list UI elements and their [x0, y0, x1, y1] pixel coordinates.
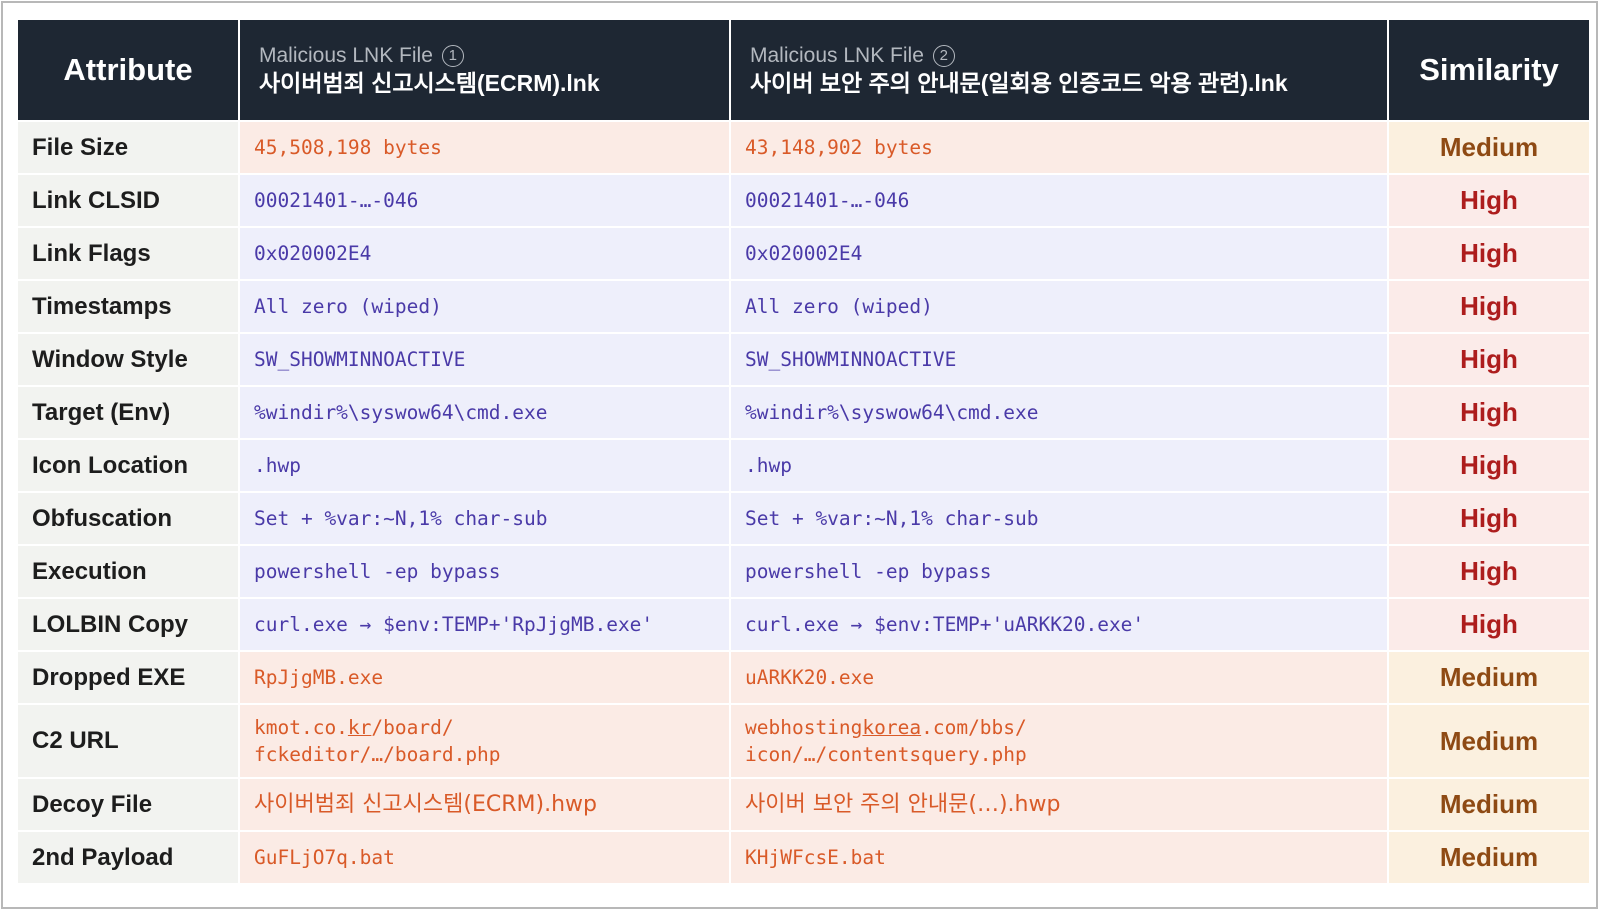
c2-url-underlined: korea: [862, 716, 922, 739]
similarity-badge: High: [1389, 281, 1589, 332]
attribute-cell: Target (Env): [18, 387, 238, 438]
file-2-value: uARKK20.exe: [731, 652, 1387, 703]
header-attribute: Attribute: [18, 20, 238, 120]
similarity-badge: High: [1389, 599, 1589, 650]
file-1-value: curl.exe → $env:TEMP+'RpJjgMB.exe': [240, 599, 729, 650]
attribute-cell: File Size: [18, 122, 238, 173]
attribute-cell: 2nd Payload: [18, 832, 238, 883]
file-2-value: 0x020002E4: [731, 228, 1387, 279]
similarity-badge: Medium: [1389, 122, 1589, 173]
row-link-flags: Link Flags 0x020002E4 0x020002E4 High: [18, 228, 1589, 279]
attribute-cell: Execution: [18, 546, 238, 597]
c2-url-line-2: icon/…/contentsquery.php: [745, 743, 1027, 766]
attribute-cell: Timestamps: [18, 281, 238, 332]
similarity-badge: Medium: [1389, 779, 1589, 830]
figure-frame: Attribute Malicious LNK File 1 사이버범죄 신고시…: [1, 1, 1598, 909]
attribute-cell: Icon Location: [18, 440, 238, 491]
file-1-value: 0x020002E4: [240, 228, 729, 279]
similarity-badge: High: [1389, 546, 1589, 597]
file-2-value: Set + %var:~N,1% char-sub: [731, 493, 1387, 544]
file-2-label: Malicious LNK File: [750, 44, 924, 67]
file-1-value: GuFLjO7q.bat: [240, 832, 729, 883]
file-2-value: All zero (wiped): [731, 281, 1387, 332]
row-timestamps: Timestamps All zero (wiped) All zero (wi…: [18, 281, 1589, 332]
attribute-cell: Link CLSID: [18, 175, 238, 226]
similarity-badge: High: [1389, 228, 1589, 279]
lnk-comparison-table: Attribute Malicious LNK File 1 사이버범죄 신고시…: [16, 18, 1591, 885]
header-row: Attribute Malicious LNK File 1 사이버범죄 신고시…: [18, 20, 1589, 120]
file-2-value: 43,148,902 bytes: [731, 122, 1387, 173]
header-file-1: Malicious LNK File 1 사이버범죄 신고시스템(ECRM).l…: [240, 20, 729, 120]
row-lolbin-copy: LOLBIN Copy curl.exe → $env:TEMP+'RpJjgM…: [18, 599, 1589, 650]
file-1-name: 사이버범죄 신고시스템(ECRM).lnk: [259, 70, 600, 96]
file-2-value: 사이버 보안 주의 안내문(…).hwp: [731, 779, 1387, 830]
attribute-cell: Link Flags: [18, 228, 238, 279]
similarity-badge: High: [1389, 387, 1589, 438]
similarity-badge: Medium: [1389, 832, 1589, 883]
row-obfuscation: Obfuscation Set + %var:~N,1% char-sub Se…: [18, 493, 1589, 544]
attribute-cell: Window Style: [18, 334, 238, 385]
c2-url-line-2: fckeditor/…/board.php: [254, 743, 501, 766]
c2-url-underlined: kr: [347, 716, 372, 739]
row-icon-location: Icon Location .hwp .hwp High: [18, 440, 1589, 491]
file-1-label: Malicious LNK File: [259, 44, 433, 67]
c2-url-part: .com/bbs/: [921, 716, 1027, 739]
row-window-style: Window Style SW_SHOWMINNOACTIVE SW_SHOWM…: [18, 334, 1589, 385]
file-1-value: %windir%\syswow64\cmd.exe: [240, 387, 729, 438]
row-dropped-exe: Dropped EXE RpJjgMB.exe uARKK20.exe Medi…: [18, 652, 1589, 703]
file-2-number-badge: 2: [932, 45, 955, 67]
file-2-value: powershell -ep bypass: [731, 546, 1387, 597]
file-2-value: KHjWFcsE.bat: [731, 832, 1387, 883]
similarity-badge: High: [1389, 493, 1589, 544]
attribute-cell: LOLBIN Copy: [18, 599, 238, 650]
file-2-value: curl.exe → $env:TEMP+'uARKK20.exe': [731, 599, 1387, 650]
c2-url-part: /board/: [371, 716, 454, 739]
c2-url-part: webhosting: [745, 716, 863, 739]
file-1-value: powershell -ep bypass: [240, 546, 729, 597]
similarity-badge: High: [1389, 440, 1589, 491]
attribute-cell: Decoy File: [18, 779, 238, 830]
file-1-value: .hwp: [240, 440, 729, 491]
attribute-cell: Dropped EXE: [18, 652, 238, 703]
similarity-badge: High: [1389, 334, 1589, 385]
row-decoy-file: Decoy File 사이버범죄 신고시스템(ECRM).hwp 사이버 보안 …: [18, 779, 1589, 830]
similarity-badge: Medium: [1389, 705, 1589, 777]
row-file-size: File Size 45,508,198 bytes 43,148,902 by…: [18, 122, 1589, 173]
similarity-badge: High: [1389, 175, 1589, 226]
file-1-value: All zero (wiped): [240, 281, 729, 332]
file-1-number-badge: 1: [441, 45, 464, 67]
attribute-cell: Obfuscation: [18, 493, 238, 544]
similarity-badge: Medium: [1389, 652, 1589, 703]
row-link-clsid: Link CLSID 00021401-…-046 00021401-…-046…: [18, 175, 1589, 226]
file-2-name: 사이버 보안 주의 안내문(일회용 인증코드 악용 관련).lnk: [750, 70, 1288, 96]
file-1-value: 사이버범죄 신고시스템(ECRM).hwp: [240, 779, 729, 830]
row-execution: Execution powershell -ep bypass powershe…: [18, 546, 1589, 597]
file-1-value: 45,508,198 bytes: [240, 122, 729, 173]
row-c2-url: C2 URL kmot.co.kr/board/ fckeditor/…/boa…: [18, 705, 1589, 777]
file-1-value: kmot.co.kr/board/ fckeditor/…/board.php: [240, 705, 729, 777]
file-2-value: .hwp: [731, 440, 1387, 491]
file-1-value: 00021401-…-046: [240, 175, 729, 226]
file-1-value: RpJjgMB.exe: [240, 652, 729, 703]
file-2-value: webhostingkorea.com/bbs/ icon/…/contents…: [731, 705, 1387, 777]
file-1-value: SW_SHOWMINNOACTIVE: [240, 334, 729, 385]
row-target-env: Target (Env) %windir%\syswow64\cmd.exe %…: [18, 387, 1589, 438]
file-2-value: %windir%\syswow64\cmd.exe: [731, 387, 1387, 438]
file-1-value: Set + %var:~N,1% char-sub: [240, 493, 729, 544]
c2-url-line-1: kmot.co.kr/board/: [254, 714, 729, 741]
attribute-cell: C2 URL: [18, 705, 238, 777]
file-2-value: SW_SHOWMINNOACTIVE: [731, 334, 1387, 385]
file-2-value: 00021401-…-046: [731, 175, 1387, 226]
c2-url-line-1: webhostingkorea.com/bbs/: [745, 714, 1387, 741]
row-2nd-payload: 2nd Payload GuFLjO7q.bat KHjWFcsE.bat Me…: [18, 832, 1589, 883]
c2-url-part: kmot.co.: [254, 716, 348, 739]
header-similarity: Similarity: [1389, 20, 1589, 120]
header-file-2: Malicious LNK File 2 사이버 보안 주의 안내문(일회용 인…: [731, 20, 1387, 120]
